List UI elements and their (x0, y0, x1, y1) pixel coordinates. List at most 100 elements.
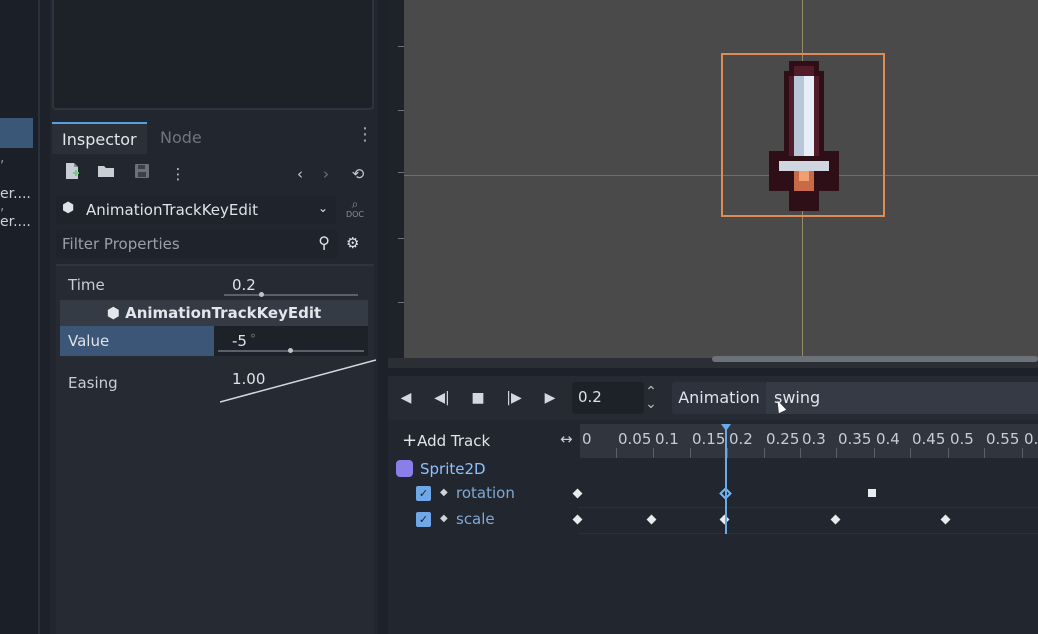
timeline-tick: 0.45 (912, 430, 946, 448)
add-track-label: Add Track (417, 432, 491, 450)
track-lane[interactable] (572, 508, 1038, 534)
more-icon[interactable]: ⋮ (166, 162, 190, 186)
value-label: Value (68, 332, 110, 350)
animation-selector[interactable]: swing (766, 382, 1038, 414)
keyframe[interactable] (646, 514, 657, 525)
keyframe[interactable] (830, 514, 841, 525)
timeline-tick: 0 (582, 430, 592, 448)
animation-toolbar: ◀ ◀| ■ |▶ ▶ 0.2 ⌃ ⌄ Animation swing (388, 376, 1038, 420)
cube-icon: ⬢ (106, 304, 126, 322)
time-value: 0.2 (232, 276, 256, 294)
save-icon[interactable] (130, 162, 154, 186)
play-from-start-icon[interactable]: |▶ (504, 388, 524, 408)
time-input[interactable]: 0.2 (572, 382, 644, 414)
time-slider[interactable] (224, 292, 358, 297)
section-title: AnimationTrackKeyEdit (125, 304, 322, 322)
play-backwards-from-end-icon[interactable]: ◀| (432, 388, 452, 408)
open-folder-icon[interactable] (94, 162, 118, 186)
property-list: Time 0.2 ⬢ AnimationTrackKeyEdit Value -… (56, 264, 376, 634)
timeline-zoom-icon[interactable]: ↔ (560, 430, 573, 448)
object-selector-row: ⬢ AnimationTrackKeyEdit ⌄ ⌕ DOC (52, 194, 374, 226)
plus-icon: + (402, 430, 418, 451)
time-spinner-icon[interactable]: ⌃ ⌄ (644, 385, 658, 411)
scene-panel (52, 0, 374, 110)
timeline-tick: 0.4 (876, 430, 900, 448)
property-tools-icon[interactable]: ⚙ (346, 234, 359, 252)
slider-knob[interactable] (259, 292, 264, 297)
new-resource-icon[interactable] (60, 162, 84, 186)
slider-knob[interactable] (288, 348, 293, 353)
easing-curve (220, 359, 376, 403)
object-history-icon[interactable]: ⟲ (346, 162, 370, 186)
timeline-tick: 0.55 (986, 430, 1020, 448)
play-icon[interactable]: ▶ (540, 388, 560, 408)
timeline-tick: 0.2 (729, 430, 753, 448)
time-label: Time (68, 276, 105, 294)
time-field[interactable]: 0.2 (220, 270, 362, 300)
tree-item-label[interactable]: er.... (0, 186, 31, 202)
tree-item-label[interactable]: er.... (0, 214, 31, 230)
search-icon: ⚲ (318, 233, 330, 252)
timeline-ruler[interactable]: 0 0.05 0.1 0.15 0.2 0.25 0.3 0.35 0.4 0.… (580, 424, 1038, 458)
easing-field[interactable]: 1.00 (220, 359, 376, 406)
easing-label: Easing (68, 374, 118, 392)
timeline-tick: 0.25 (766, 430, 800, 448)
history-forward-icon[interactable]: › (314, 162, 338, 186)
sprite2d-icon (396, 460, 413, 477)
track-row-scale[interactable]: ✓ ◆ scale (388, 508, 1038, 534)
timeline-tick: 0.5 (950, 430, 974, 448)
value-value: -5 (232, 332, 247, 350)
doc-search-icon[interactable]: ⌕ DOC (344, 198, 366, 222)
history-back-icon[interactable]: ‹ (288, 162, 312, 186)
keyframe[interactable] (868, 489, 877, 497)
filter-row: Filter Properties ⚲ ⚙ (52, 228, 374, 260)
keyframe[interactable] (572, 488, 583, 499)
track-label: rotation (456, 484, 515, 502)
section-header[interactable]: ⬢ AnimationTrackKeyEdit (60, 300, 368, 326)
track-enable-checkbox[interactable]: ✓ (416, 486, 431, 501)
timeline-tick: 0.3 (802, 430, 826, 448)
track-row-rotation[interactable]: ✓ ◆ rotation (388, 482, 1038, 508)
value-unit: ° (250, 332, 256, 346)
value-slider[interactable] (218, 348, 364, 353)
track-label: scale (456, 510, 495, 528)
canvas-viewport[interactable] (388, 0, 1038, 368)
play-backwards-icon[interactable]: ◀ (396, 388, 416, 408)
keyframe[interactable] (572, 514, 583, 525)
tab-node[interactable]: Node (150, 122, 212, 154)
inspector-toolbar: ⋮ ‹ › ⟲ (52, 156, 374, 192)
track-type-icon: ◆ (440, 487, 448, 498)
filter-placeholder: Filter Properties (62, 235, 180, 253)
time-input-value: 0.2 (578, 388, 602, 406)
tab-inspector[interactable]: Inspector (52, 122, 147, 154)
value-field[interactable]: -5 ° (214, 326, 368, 356)
timeline-tick: 0.1 (655, 430, 679, 448)
animation-menu-button[interactable]: Animation (672, 382, 766, 414)
timeline-tick: 0.05 (618, 430, 652, 448)
stop-icon[interactable]: ■ (468, 388, 488, 408)
track-header: +Add Track ↔ 0 0.05 0.1 0.15 0.2 0.25 0.… (388, 424, 1038, 458)
horizontal-scrollbar[interactable] (712, 356, 1038, 362)
track-enable-checkbox[interactable]: ✓ (416, 512, 431, 527)
timeline-tick: 0.35 (838, 430, 872, 448)
playhead[interactable] (725, 424, 727, 534)
timeline-tick: 0. (1024, 430, 1038, 448)
node-name: Sprite2D (420, 460, 486, 478)
track-lane[interactable] (572, 482, 1038, 508)
left-dock: Inspector Node ⋮ ⋮ ‹ › ⟲ ⬢ AnimationTrac… (50, 0, 378, 634)
keyframe[interactable] (940, 514, 951, 525)
selected-tree-item[interactable] (0, 118, 33, 148)
add-track-button[interactable]: +Add Track (402, 430, 490, 451)
tree-mark: , (0, 150, 5, 166)
animation-panel: ◀ ◀| ■ |▶ ▶ 0.2 ⌃ ⌄ Animation swing +Add … (388, 376, 1038, 634)
chevron-down-icon: ⌄ (317, 201, 328, 215)
object-selector[interactable]: ⬢ AnimationTrackKeyEdit ⌄ (56, 196, 336, 224)
object-name: AnimationTrackKeyEdit (86, 201, 258, 219)
cube-icon: ⬢ (62, 200, 75, 216)
filter-properties-input[interactable]: Filter Properties ⚲ (56, 230, 338, 258)
tab-menu-icon[interactable]: ⋮ (356, 124, 374, 145)
vertical-ruler (388, 0, 404, 368)
selection-rect[interactable] (721, 53, 885, 217)
scene-tree-strip: , er.... , er.... (0, 0, 40, 634)
doc-label: DOC (345, 210, 365, 219)
